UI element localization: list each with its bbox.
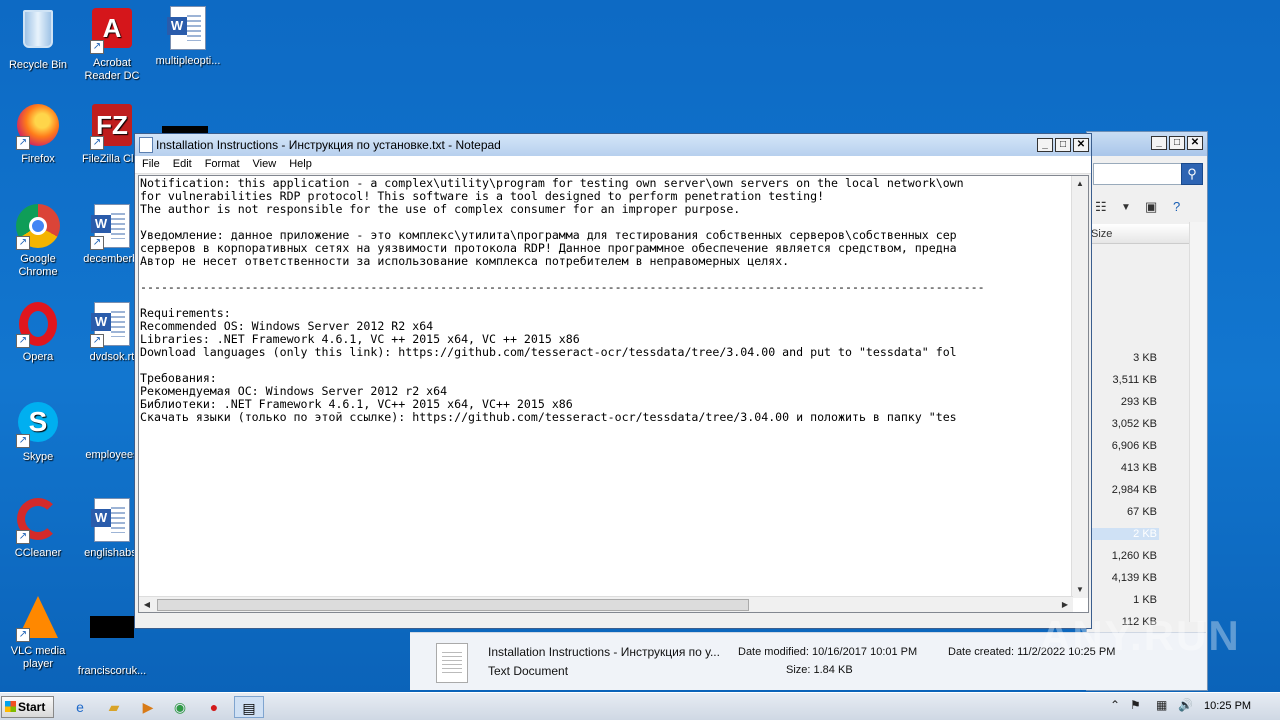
chrome-icon: ↗: [16, 204, 60, 250]
menu-format[interactable]: Format: [205, 156, 240, 170]
menu-bar: File Edit Format View Help: [135, 156, 1091, 174]
media-player-icon[interactable]: ▶: [136, 696, 160, 718]
file-size-cell[interactable]: 2,984 KB: [1087, 484, 1157, 496]
search-icon[interactable]: ⚲: [1181, 163, 1203, 185]
search-input[interactable]: [1093, 163, 1189, 185]
folder-icon[interactable]: ▰: [102, 696, 126, 718]
file-size-cell[interactable]: 2 KB: [1087, 528, 1159, 540]
word-doc-icon: W ↗: [90, 302, 134, 348]
menu-file[interactable]: File: [142, 156, 160, 170]
close-button[interactable]: ✕: [1073, 138, 1089, 152]
horizontal-scrollbar[interactable]: ◀ ▶: [139, 596, 1073, 612]
scroll-up-icon[interactable]: ▲: [1072, 176, 1088, 192]
desktop-icon-opera[interactable]: ↗ Opera: [0, 302, 76, 364]
file-size-cell[interactable]: 67 KB: [1087, 506, 1157, 518]
file-size-cell[interactable]: 293 KB: [1087, 396, 1157, 408]
vlc-icon: ↗: [16, 596, 60, 642]
window-title: Installation Instructions - Инструкция п…: [156, 138, 501, 152]
firefox-icon: ↗: [16, 104, 60, 150]
text-editor[interactable]: Notification: this application - a compl…: [138, 175, 1089, 613]
file-size-cell[interactable]: 1,260 KB: [1087, 550, 1157, 562]
maximize-button[interactable]: □: [1169, 136, 1185, 150]
notepad-taskbar-button[interactable]: ▤: [234, 696, 264, 718]
notepad-icon: [139, 137, 153, 153]
preview-pane-icon[interactable]: ▣: [1145, 199, 1157, 215]
scroll-left-icon[interactable]: ◀: [139, 597, 155, 612]
close-button[interactable]: ✕: [1187, 136, 1203, 150]
file-size-cell[interactable]: 3,511 KB: [1087, 374, 1157, 386]
notepad-titlebar[interactable]: Installation Instructions - Инструкция п…: [135, 134, 1091, 156]
file-size-cell[interactable]: 3 KB: [1087, 352, 1157, 364]
explorer-scrollbar[interactable]: [1189, 222, 1206, 622]
text-content[interactable]: Notification: this application - a compl…: [140, 177, 1070, 597]
menu-edit[interactable]: Edit: [173, 156, 192, 170]
acrobat-icon: A ↗: [90, 8, 134, 54]
view-options-icon[interactable]: ☷: [1095, 199, 1107, 215]
desktop-icon-multipleopti[interactable]: W multipleopti...: [150, 6, 226, 68]
file-size-cell[interactable]: 3,052 KB: [1087, 418, 1157, 430]
opera-taskbar-icon[interactable]: ●: [202, 696, 226, 718]
word-doc-icon: W: [166, 6, 210, 52]
chrome-taskbar-icon[interactable]: ◉: [168, 696, 192, 718]
file-icon: [90, 616, 134, 662]
desktop-icon-recycle-bin[interactable]: Recycle Bin: [0, 6, 76, 72]
menu-help[interactable]: Help: [289, 156, 312, 170]
notepad-window[interactable]: Installation Instructions - Инструкция п…: [134, 133, 1092, 629]
opera-icon: ↗: [16, 302, 60, 348]
clock[interactable]: 10:25 PM: [1204, 700, 1251, 712]
flag-icon[interactable]: ⚑: [1130, 698, 1141, 712]
ie-icon[interactable]: e: [68, 696, 92, 718]
size-column-header[interactable]: Size: [1087, 224, 1189, 244]
scroll-down-icon[interactable]: ▼: [1072, 582, 1088, 598]
detail-file-type: Text Document: [488, 664, 569, 678]
horizontal-scroll-thumb[interactable]: [157, 599, 749, 611]
start-button[interactable]: Start: [1, 696, 54, 718]
scroll-right-icon[interactable]: ▶: [1057, 597, 1073, 612]
text-document-icon: [436, 643, 468, 683]
file-size-cell[interactable]: 1 KB: [1087, 594, 1157, 606]
desktop-icon-chrome[interactable]: ↗ Google Chrome: [0, 204, 76, 279]
file-size-cell[interactable]: 4,139 KB: [1087, 572, 1157, 584]
minimize-button[interactable]: _: [1037, 138, 1053, 152]
show-hidden-icons-icon[interactable]: ⌃: [1110, 698, 1120, 712]
detail-size: Size: 1.84 KB: [786, 664, 853, 676]
desktop-icon-acrobat[interactable]: A ↗ Acrobat Reader DC: [74, 6, 150, 83]
skype-icon: S ↗: [16, 402, 60, 448]
volume-icon[interactable]: 🔊: [1178, 698, 1193, 712]
explorer-window[interactable]: _ □ ✕ ⚲ ☷ ▼ ▣ ? Size 3 KB 3,511 KB 293 KB 3…: [1086, 131, 1208, 691]
network-icon[interactable]: ▦: [1156, 698, 1167, 712]
minimize-button[interactable]: _: [1151, 136, 1167, 150]
maximize-button[interactable]: □: [1055, 138, 1071, 152]
detail-file-name: Installation Instructions - Инструкция п…: [488, 645, 720, 659]
desktop-icon-skype[interactable]: S ↗ Skype: [0, 400, 76, 464]
explorer-toolbar: ☷ ▼ ▣ ?: [1087, 195, 1207, 221]
vertical-scrollbar[interactable]: ▲ ▼: [1071, 176, 1088, 598]
ccleaner-icon: ↗: [16, 498, 60, 544]
desktop-icon-vlc[interactable]: ↗ VLC media player: [0, 596, 76, 671]
detail-date-modified: Date modified: 10/16/2017 10:01 PM: [738, 646, 918, 658]
help-icon[interactable]: ?: [1173, 199, 1180, 214]
desktop-icon-firefox[interactable]: ↗ Firefox: [0, 104, 76, 166]
file-size-cell[interactable]: 413 KB: [1087, 462, 1157, 474]
word-doc-icon: W ↗: [90, 204, 134, 250]
desktop-icon-ccleaner[interactable]: ↗ CCleaner: [0, 498, 76, 560]
file-icon: [90, 400, 134, 446]
watermark-logo: ANY.RUN: [1040, 612, 1241, 659]
file-size-cell[interactable]: 6,906 KB: [1087, 440, 1157, 452]
recycle-bin-icon: [16, 10, 60, 56]
menu-view[interactable]: View: [253, 156, 277, 170]
windows-logo-icon: [5, 701, 16, 712]
word-doc-icon: W: [90, 498, 134, 544]
filezilla-icon: FZ ↗: [90, 104, 134, 150]
chevron-down-icon[interactable]: ▼: [1121, 202, 1131, 213]
taskbar: Start e ▰ ▶ ◉ ● ▤ ⌃ ⚑ ▦ 🔊 10:25 PM: [0, 692, 1280, 720]
